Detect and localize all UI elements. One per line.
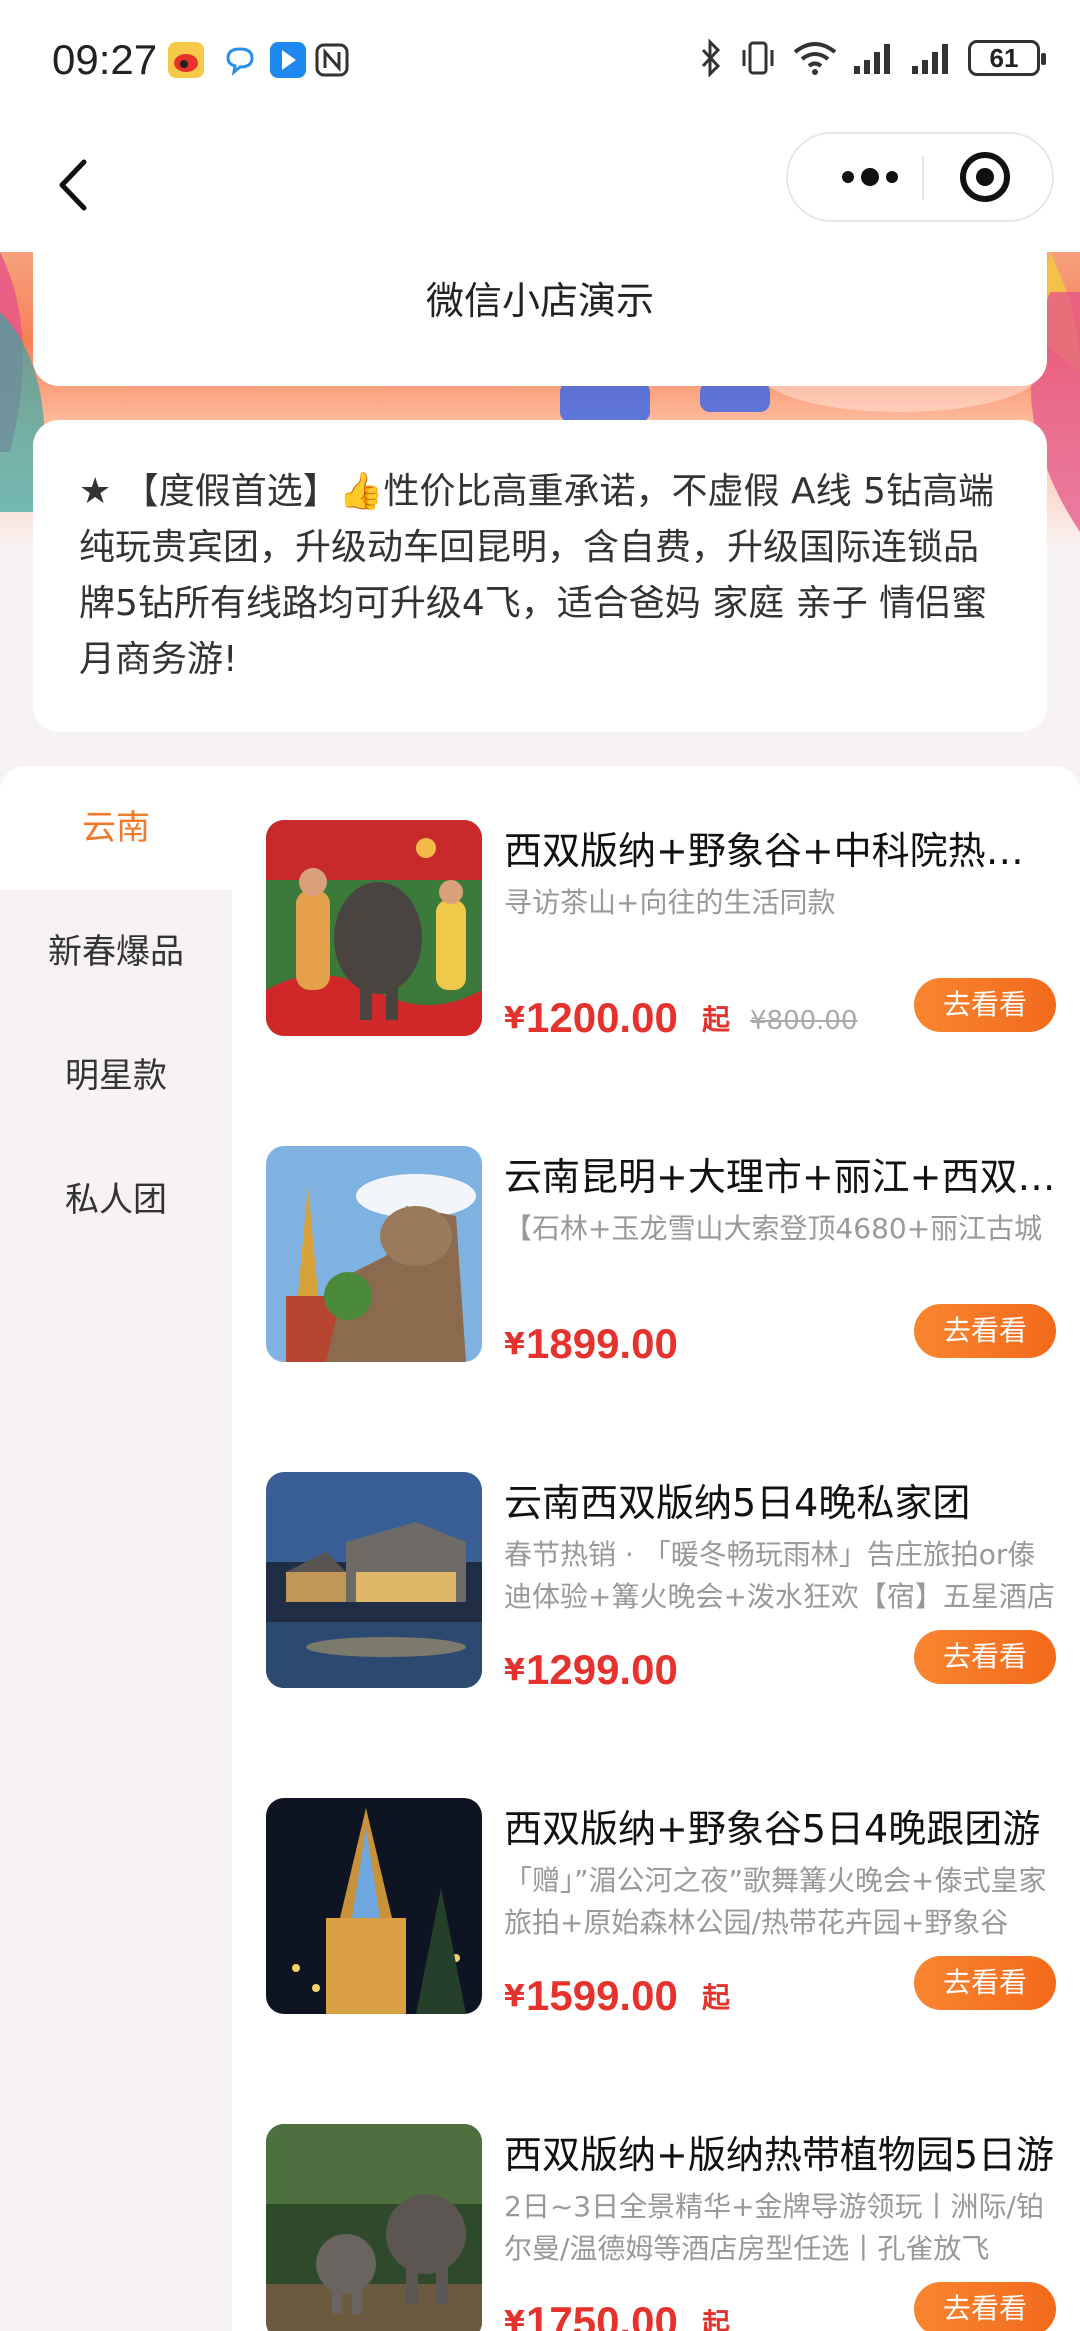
bluetooth-icon — [701, 38, 721, 78]
product-price: 1599.00 — [526, 1972, 678, 2019]
price-from-label: 起 — [702, 2307, 731, 2331]
shop-name-card: 微信小店演示 — [33, 252, 1047, 386]
product-info: 云南西双版纳5日4晚私家团 春节热销 · 「暖冬畅玩雨林」告庄旅拍or傣迪体验+… — [504, 1472, 1056, 1693]
product-image — [266, 1472, 482, 1688]
category-sidebar: 云南 新春爆品 明星款 私人团 — [0, 766, 232, 2331]
wifi-icon — [793, 42, 837, 75]
product-subtitle: 「赠」”湄公河之夜”歌舞篝火晚会+傣式皇家旅拍+原始森林公园/热带花卉园+野象谷 — [504, 1864, 1047, 1939]
product-card[interactable]: 云南昆明+大理市+丽江+西双版纳 【石林+玉龙雪山大索登顶4680+丽江古城 ¥… — [266, 1146, 1056, 1367]
product-price: 1299.00 — [526, 1646, 678, 1693]
product-card[interactable]: 西双版纳+野象谷5日4晚跟团游 「赠」”湄公河之夜”歌舞篝火晚会+傣式皇家旅拍+… — [266, 1798, 1056, 2019]
product-image — [266, 2124, 482, 2331]
price-row: ¥ 1750.00 起 去看看 — [504, 2282, 1056, 2331]
category-item-star-picks[interactable]: 明星款 — [0, 1014, 232, 1138]
currency-symbol: ¥ — [504, 2305, 525, 2331]
view-product-button[interactable]: 去看看 — [914, 1956, 1056, 2010]
product-title: 西双版纳+野象谷5日4晚跟团游 — [504, 1807, 1041, 1851]
product-price: 1899.00 — [526, 1320, 678, 1367]
product-info: 西双版纳+野象谷+中科院热带植物园 寻访茶山+向往的生活同款 ¥ 1200.00… — [504, 820, 1056, 1041]
product-info: 云南昆明+大理市+丽江+西双版纳 【石林+玉龙雪山大索登顶4680+丽江古城 ¥… — [504, 1146, 1056, 1367]
price-from-label: 起 — [702, 1981, 731, 2014]
product-title: 云南西双版纳5日4晚私家团 — [504, 1481, 971, 1525]
product-info: 西双版纳+版纳热带植物园5日游 2日~3日全景精华+金牌导游领玩丨洲际/铂尔曼/… — [504, 2124, 1056, 2331]
close-mini-program-button[interactable] — [952, 146, 1018, 208]
category-item-yunnan[interactable]: 云南 — [0, 766, 232, 890]
product-image — [266, 820, 482, 1036]
chevron-left-icon — [59, 159, 87, 211]
product-title: 西双版纳+版纳热带植物园5日游 — [504, 2133, 1055, 2177]
price-from-label: 起 — [702, 1003, 731, 1036]
nav-bar — [0, 124, 1080, 252]
product-list: 西双版纳+野象谷+中科院热带植物园 寻访茶山+向往的生活同款 ¥ 1200.00… — [232, 766, 1080, 2331]
shop-description-card: ★ 【度假首选】👍性价比高重承诺，不虚假 A线 5钻高端纯玩贵宾团，升级动车回昆… — [33, 420, 1047, 732]
product-subtitle: 春节热销 · 「暖冬畅玩雨林」告庄旅拍or傣迪体验+篝火晚会+泼水狂欢【宿】五星… — [504, 1538, 1055, 1613]
product-image — [266, 1798, 482, 2014]
product-catalog: 云南 新春爆品 明星款 私人团 西双版纳+野象谷+中科院热带 寻访茶山+向往的生… — [0, 766, 1080, 2331]
category-item-private-tour[interactable]: 私人团 — [0, 1138, 232, 1262]
signal-icon — [912, 44, 948, 74]
shop-name: 微信小店演示 — [425, 279, 654, 323]
product-title: 云南昆明+大理市+丽江+西双版纳 — [504, 1155, 1056, 1199]
price-row: ¥ 1200.00 起 ¥800.00 去看看 — [504, 978, 1056, 1042]
view-product-button[interactable]: 去看看 — [914, 978, 1056, 1032]
product-price: 1200.00 — [526, 994, 678, 1041]
product-info: 西双版纳+野象谷5日4晚跟团游 「赠」”湄公河之夜”歌舞篝火晚会+傣式皇家旅拍+… — [504, 1798, 1056, 2019]
product-subtitle: 【石林+玉龙雪山大索登顶4680+丽江古城 — [504, 1212, 1043, 1245]
status-bar: 09:27 61 — [0, 0, 1080, 124]
price-row: ¥ 1899.00 去看看 — [504, 1304, 1056, 1368]
view-product-button[interactable]: 去看看 — [914, 1630, 1056, 1684]
chat-bubble-icon — [222, 42, 258, 78]
capsule-divider — [922, 156, 924, 200]
arrow-app-icon — [270, 42, 306, 78]
more-dots-icon — [842, 168, 898, 186]
product-card[interactable]: 西双版纳+版纳热带植物园5日游 2日~3日全景精华+金牌导游领玩丨洲际/铂尔曼/… — [266, 2124, 1056, 2331]
shop-description: ★ 【度假首选】👍性价比高重承诺，不虚假 A线 5钻高端纯玩贵宾团，升级动车回昆… — [79, 471, 994, 680]
view-product-button[interactable]: 去看看 — [914, 1304, 1056, 1358]
signal-icon — [854, 44, 890, 74]
product-subtitle: 2日~3日全景精华+金牌导游领玩丨洲际/铂尔曼/温德姆等酒店房型任选丨孔雀放飞 — [504, 2190, 1044, 2265]
currency-symbol: ¥ — [504, 1327, 525, 1362]
nfc-icon — [314, 42, 350, 78]
product-subtitle: 寻访茶山+向往的生活同款 — [504, 886, 836, 919]
product-image — [266, 1146, 482, 1362]
price-row: ¥ 1599.00 起 去看看 — [504, 1956, 1056, 2020]
category-item-new-year-hits[interactable]: 新春爆品 — [0, 890, 232, 1014]
mini-program-capsule — [786, 132, 1054, 222]
currency-symbol: ¥ — [504, 1653, 525, 1688]
back-button[interactable] — [40, 150, 110, 220]
currency-symbol: ¥ — [504, 1979, 525, 2014]
product-title: 西双版纳+野象谷+中科院热带植物园 — [504, 829, 1056, 873]
product-card[interactable]: 云南西双版纳5日4晚私家团 春节热销 · 「暖冬畅玩雨林」告庄旅拍or傣迪体验+… — [266, 1472, 1056, 1693]
status-icons: 61 — [698, 38, 1046, 78]
price-row: ¥ 1299.00 去看看 — [504, 1630, 1056, 1694]
clock: 09:27 — [52, 36, 158, 83]
original-price: ¥800.00 — [750, 1006, 858, 1036]
view-product-button[interactable]: 去看看 — [914, 2282, 1056, 2331]
product-card[interactable]: 西双版纳+野象谷+中科院热带植物园 寻访茶山+向往的生活同款 ¥ 1200.00… — [266, 820, 1056, 1041]
weibo-icon — [168, 42, 204, 78]
target-circle-icon — [960, 152, 1010, 202]
currency-symbol: ¥ — [504, 1001, 525, 1036]
vibrate-icon — [742, 41, 774, 75]
product-price: 1750.00 — [526, 2298, 678, 2331]
more-button[interactable] — [818, 134, 918, 220]
battery-indicator: 61 — [968, 40, 1046, 76]
